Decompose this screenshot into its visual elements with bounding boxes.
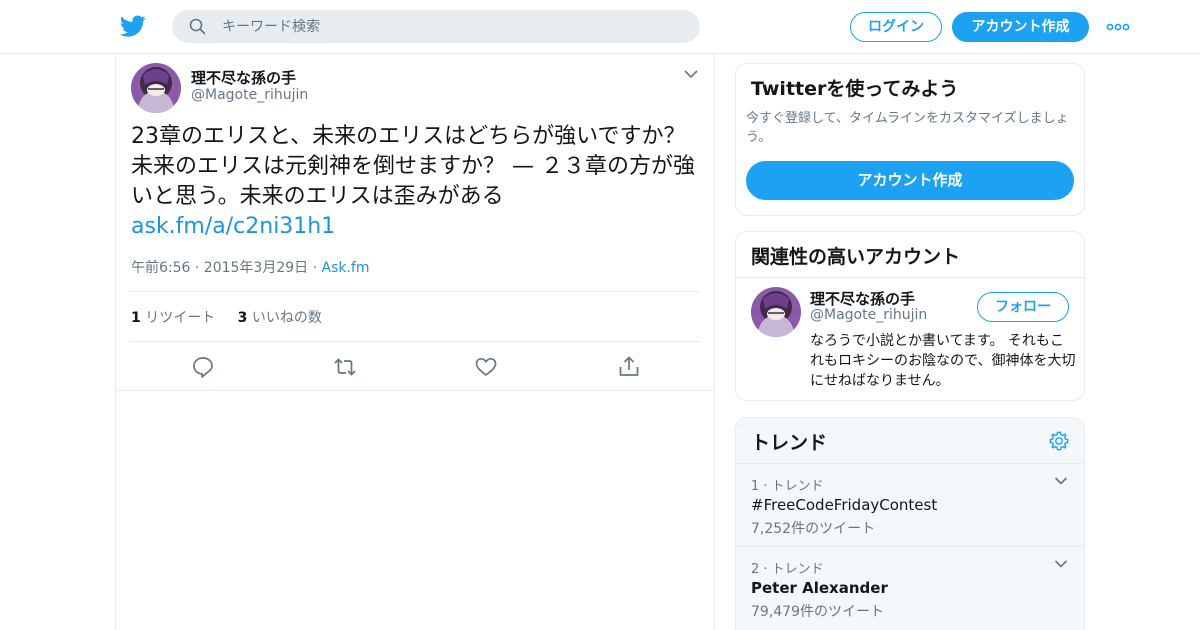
search-icon [189, 18, 206, 35]
related-accounts-title: 関連性の高いアカウント [751, 246, 961, 268]
like-heart-icon[interactable] [473, 354, 499, 380]
twitter-bird-logo-icon[interactable] [120, 13, 146, 39]
signup-module-title: Twitterを使ってみよう [751, 78, 959, 100]
trend-rank: 2 · トレンド [751, 562, 824, 577]
retweet-icon[interactable] [332, 354, 358, 380]
tweet-source-link[interactable]: Ask.fm [322, 260, 370, 276]
tweet: 理不尽な孫の手 @Magote_rihujin 23章のエリスと、未来のエリスは… [116, 54, 714, 391]
related-account-bio: なろうで小説とか書いてます。 それもこれもロキシーのお陰なので、御神体を大切にせ… [810, 333, 1076, 389]
search-input[interactable] [222, 10, 682, 43]
like-stat[interactable]: 3 いいねの数 [238, 310, 322, 326]
login-button[interactable]: ログイン [850, 12, 942, 42]
signup-module: Twitterを使ってみよう 今すぐ登録して、タイムラインをカスタマイズしましょ… [735, 63, 1085, 216]
retweet-stat[interactable]: 1 リツイート [131, 310, 215, 326]
related-accounts-module: 関連性の高いアカウント 理不尽な孫の手 @Magote_rihujin フォロー… [735, 231, 1085, 401]
tweet-metadata: 午前6:56 · 2015年3月29日 · Ask.fm [131, 257, 370, 277]
signup-module-button[interactable]: アカウント作成 [746, 161, 1074, 200]
more-options-icon[interactable] [1106, 18, 1130, 36]
tweet-author-handle[interactable]: @Magote_rihujin [191, 87, 308, 103]
tweet-body: 23章のエリスと、未来のエリスはどちらが強いですか？ 未来のエリスは元剣神を倒せ… [131, 124, 695, 209]
top-navigation-bar: ログイン アカウント作成 [0, 0, 1200, 54]
tweet-stats: 1 リツイート 3 いいねの数 [131, 307, 322, 327]
trend-item[interactable]: 1 · トレンド #FreeCodeFridayContest 7,252件のツ… [736, 463, 1084, 546]
related-account-name[interactable]: 理不尽な孫の手 [810, 288, 915, 309]
reply-icon[interactable] [190, 354, 216, 380]
chevron-down-icon[interactable] [1054, 559, 1068, 569]
signup-module-description: 今すぐ登録して、タイムラインをカスタマイズしましょう。 [746, 111, 1069, 145]
divider [736, 277, 1084, 278]
share-icon[interactable] [616, 354, 642, 380]
avatar[interactable] [751, 287, 801, 337]
search-bar[interactable] [172, 10, 700, 43]
avatar[interactable] [131, 63, 181, 113]
related-account-handle[interactable]: @Magote_rihujin [810, 307, 927, 323]
trend-name[interactable]: Peter Alexander [751, 579, 888, 597]
trends-title: トレンド [751, 432, 828, 454]
trend-rank: 1 · トレンド [751, 479, 824, 494]
gear-icon[interactable] [1048, 430, 1070, 452]
divider [130, 341, 700, 342]
chevron-down-icon[interactable] [683, 68, 699, 80]
tweet-timestamp[interactable]: 午前6:56 · 2015年3月29日 · [131, 260, 317, 276]
tweet-column: 理不尽な孫の手 @Magote_rihujin 23章のエリスと、未来のエリスは… [115, 54, 715, 630]
chevron-down-icon[interactable] [1054, 476, 1068, 486]
follow-button[interactable]: フォロー [977, 292, 1069, 322]
tweet-author-name[interactable]: 理不尽な孫の手 [191, 67, 296, 88]
trend-tweet-count: 79,479件のツイート [751, 604, 884, 620]
trends-module: トレンド 1 · トレンド #FreeCodeFridayContest 7,2… [735, 417, 1085, 630]
tweet-text: 23章のエリスと、未来のエリスはどちらが強いですか？ 未来のエリスは元剣神を倒せ… [131, 122, 703, 242]
signup-button[interactable]: アカウント作成 [952, 12, 1089, 42]
trend-name[interactable]: #FreeCodeFridayContest [751, 496, 937, 514]
divider [130, 291, 700, 292]
trend-tweet-count: 7,252件のツイート [751, 521, 876, 537]
tweet-link[interactable]: ask.fm/a/c2ni31h1 [131, 212, 703, 242]
trend-item[interactable]: 2 · トレンド Peter Alexander 79,479件のツイート [736, 546, 1084, 629]
